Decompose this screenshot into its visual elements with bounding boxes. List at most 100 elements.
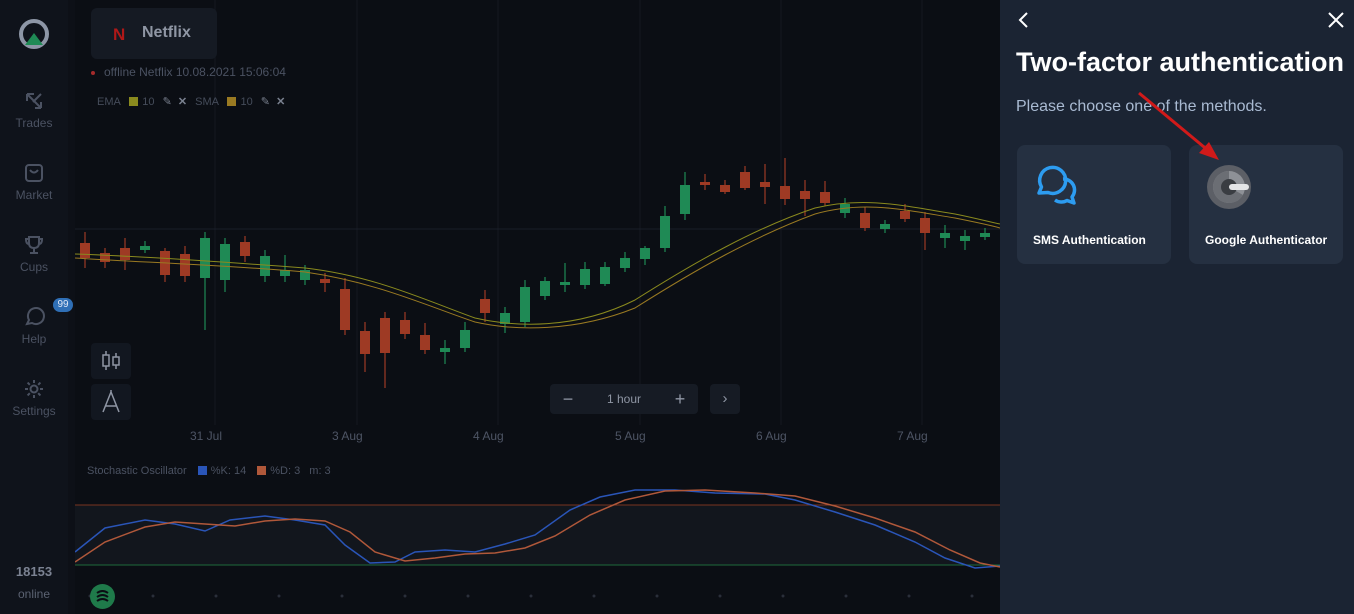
chart-type-button[interactable]	[91, 343, 131, 379]
axis-dot	[277, 594, 281, 598]
sidebar-item-help[interactable]: 99 Help	[0, 298, 73, 346]
axis-dot	[970, 594, 974, 598]
date-label: 31 Jul	[190, 429, 223, 443]
date-label: 3 Aug	[332, 429, 363, 443]
online-count: 18153	[15, 564, 53, 579]
panel-subtitle: Please choose one of the methods.	[1016, 98, 1267, 115]
axis-dot	[718, 594, 722, 598]
candle-body	[820, 192, 830, 203]
candle-body	[560, 282, 570, 285]
sidebar-item-label: Market	[15, 188, 53, 202]
sidebar-item-cups[interactable]: Cups	[0, 234, 68, 274]
date-label: 5 Aug	[615, 429, 646, 443]
sidebar-item-trades[interactable]: Trades	[0, 90, 68, 130]
sms-authentication-option[interactable]: SMS Authentication	[1017, 145, 1171, 264]
ema-label: EMA	[97, 96, 121, 108]
candle-body	[880, 224, 890, 229]
pencil-icon[interactable]: ✎	[163, 95, 172, 108]
axis-dot	[466, 594, 470, 598]
candle-body	[320, 279, 330, 283]
close-icon[interactable]: ✕	[178, 95, 187, 108]
candle-body	[100, 253, 110, 262]
google-authenticator-option[interactable]: Google Authenticator	[1189, 145, 1343, 264]
sidebar-item-label: Help	[21, 332, 47, 346]
oscillator-k: %K: 14	[210, 465, 247, 477]
axis-dot	[214, 594, 218, 598]
ema-color-swatch[interactable]	[129, 97, 139, 106]
candle-body	[640, 248, 650, 259]
method-label: Google Authenticator	[1205, 233, 1328, 247]
candle-body	[740, 172, 750, 188]
ema-period: 10	[142, 96, 155, 108]
oscillator-d: %D: 3	[270, 465, 301, 477]
candle-body	[580, 269, 590, 285]
method-label: SMS Authentication	[1033, 233, 1146, 247]
chat-bubbles-icon	[1037, 165, 1077, 205]
axis-dot	[655, 594, 659, 598]
market-bag-icon	[25, 164, 43, 182]
candle-body	[720, 185, 730, 192]
waves-icon	[96, 590, 109, 602]
indicator-legend: EMA 10 ✎ ✕ SMA 10 ✎ ✕	[97, 95, 285, 108]
panel-title: Two-factor authentication	[1016, 47, 1344, 77]
asset-selector[interactable]: N Netflix	[91, 8, 217, 59]
compass-icon	[102, 390, 120, 413]
sma-label: SMA	[195, 96, 219, 108]
candle-body	[380, 318, 390, 353]
axis-dot	[403, 594, 407, 598]
candle-body	[360, 331, 370, 354]
help-chat-icon	[25, 307, 45, 326]
close-icon[interactable]: ✕	[276, 95, 285, 108]
timeframe-increase-button[interactable]: +	[662, 384, 698, 414]
candle-body	[780, 186, 790, 199]
sidebar-item-settings[interactable]: Settings	[0, 378, 68, 418]
asset-status: offline Netflix 10.08.2021 15:06:04	[91, 65, 286, 79]
candle-body	[540, 281, 550, 296]
chat-fab-button[interactable]	[90, 584, 115, 609]
gear-icon	[25, 380, 43, 398]
candle-body	[460, 330, 470, 348]
candle-body	[980, 233, 990, 237]
sidebar-item-label: Cups	[19, 260, 48, 274]
timeframe-control: − 1 hour +	[550, 384, 698, 414]
drawing-tools-button[interactable]	[91, 384, 131, 420]
sidebar-item-label: Settings	[12, 404, 56, 418]
timeframe-decrease-button[interactable]: −	[550, 384, 586, 414]
k-color-swatch	[197, 466, 207, 475]
scroll-right-button[interactable]: ›	[710, 384, 740, 414]
timeframe-label[interactable]: 1 hour	[586, 384, 662, 414]
candle-body	[960, 236, 970, 241]
back-chevron-icon[interactable]	[1014, 10, 1034, 30]
candle-body	[420, 335, 430, 350]
pencil-icon[interactable]: ✎	[261, 95, 270, 108]
cup-trophy-icon	[24, 236, 44, 254]
chart-area[interactable]: N Netflix offline Netflix 10.08.2021 15:…	[75, 0, 1000, 614]
candle-body	[700, 182, 710, 185]
candlestick-icon	[102, 351, 120, 370]
candle-body	[760, 182, 770, 187]
axis-dot	[844, 594, 848, 598]
candle-body	[660, 216, 670, 248]
candle-body	[200, 238, 210, 278]
sma-color-swatch[interactable]	[227, 97, 237, 106]
d-color-swatch	[257, 466, 267, 475]
candle-body	[260, 256, 270, 276]
candle-body	[120, 248, 130, 260]
app-logo-icon[interactable]	[19, 19, 49, 49]
candle-body	[800, 191, 810, 199]
candle-body	[140, 246, 150, 250]
axis-dot	[340, 594, 344, 598]
price-chart[interactable]	[75, 0, 1000, 614]
help-badge: 99	[53, 298, 73, 312]
date-label: 7 Aug	[897, 429, 928, 443]
candle-body	[480, 299, 490, 313]
netflix-logo-icon: N	[113, 25, 126, 44]
sma-period: 10	[240, 96, 253, 108]
close-icon[interactable]	[1326, 10, 1346, 30]
axis-dot	[907, 594, 911, 598]
axis-dot	[529, 594, 533, 598]
oscillator-legend: Stochastic Oscillator %K: 14 %D: 3 m: 3	[87, 465, 331, 477]
candle-body	[400, 320, 410, 334]
sidebar-item-market[interactable]: Market	[0, 162, 68, 202]
candle-body	[440, 348, 450, 352]
